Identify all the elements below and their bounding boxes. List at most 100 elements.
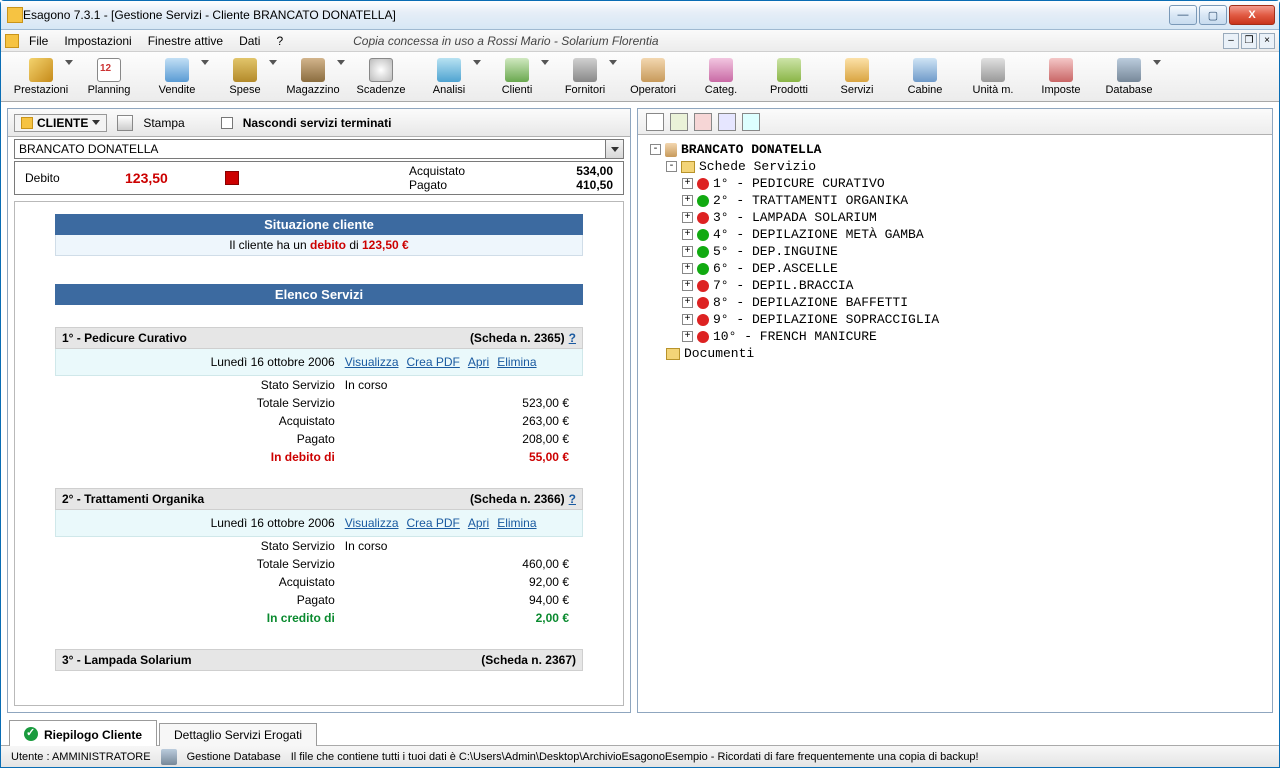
expand-icon[interactable]: + [682,246,693,257]
tree-item[interactable]: + 3° - LAMPADA SOLARIUM [646,209,1264,226]
tree-item[interactable]: + 9° - DEPILAZIONE SOPRACCIGLIA [646,311,1264,328]
link-apri[interactable]: Apri [468,516,489,530]
printer-icon[interactable] [117,115,133,131]
toolbar-imposte[interactable]: Imposte [1027,54,1095,100]
kv-value: In corso [345,378,577,392]
status-db-label[interactable]: Gestione Database [187,751,281,763]
expand-icon[interactable]: + [682,263,693,274]
chevron-down-icon [473,60,481,65]
expand-icon[interactable]: + [682,229,693,240]
expand-icon[interactable]: + [682,280,693,291]
folder-icon [666,348,680,360]
toolbar-vendite[interactable]: Vendite [143,54,211,100]
toolbar-fornitori[interactable]: Fornitori [551,54,619,100]
toolbar-analisi[interactable]: Analisi [415,54,483,100]
tree-item[interactable]: + 8° - DEPILAZIONE BAFFETTI [646,294,1264,311]
service-title: 2° - Trattamenti Organika [62,492,470,506]
service-kv-row: Totale Servizio523,00 € [55,394,583,412]
close-button[interactable]: X [1229,5,1275,25]
toolbar-prodotti[interactable]: Prodotti [755,54,823,100]
toolbar-icon [233,58,257,82]
toolbar-spese[interactable]: Spese [211,54,279,100]
expand-icon[interactable]: + [682,297,693,308]
services-scroll-panel[interactable]: Situazione cliente Il cliente ha un debi… [14,201,624,706]
tool-expand-icon[interactable] [742,113,760,131]
tool-delete-icon[interactable] [694,113,712,131]
hide-finished-checkbox[interactable] [221,117,233,129]
menu-finestreattive[interactable]: Finestre attive [140,32,231,50]
link-elimina[interactable]: Elimina [497,355,536,369]
minimize-button[interactable]: — [1169,5,1197,25]
expand-icon[interactable]: + [682,314,693,325]
mdi-minimize-button[interactable]: – [1223,33,1239,49]
chevron-down-icon [269,60,277,65]
maximize-button[interactable]: ▢ [1199,5,1227,25]
toolbar-scadenze[interactable]: Scadenze [347,54,415,100]
tree-documenti[interactable]: Documenti [646,345,1264,362]
tree-item[interactable]: + 7° - DEPIL.BRACCIA [646,277,1264,294]
tool-new-icon[interactable] [646,113,664,131]
toolbar-planning[interactable]: Planning [75,54,143,100]
tree-item[interactable]: + 6° - DEP.ASCELLE [646,260,1264,277]
service-date: Lunedì 16 ottobre 2006 [62,516,345,530]
link-visualizza[interactable]: Visualizza [345,355,399,369]
toolbar-prestazioni[interactable]: Prestazioni [7,54,75,100]
tree-item[interactable]: + 1° - PEDICURE CURATIVO [646,175,1264,192]
link-crea pdf[interactable]: Crea PDF [407,516,460,530]
menubar: FileImpostazioniFinestre attiveDati? Cop… [1,30,1279,52]
menu-dati[interactable]: Dati [231,32,268,50]
toolbar-unitm[interactable]: Unità m. [959,54,1027,100]
tree-item[interactable]: + 2° - TRATTAMENTI ORGANIKA [646,192,1264,209]
toolbar-icon [845,58,869,82]
tree-item[interactable]: + 10° - FRENCH MANICURE [646,328,1264,345]
link-crea pdf[interactable]: Crea PDF [407,355,460,369]
service-title: 3° - Lampada Solarium [62,653,481,667]
status-user: Utente : AMMINISTRATORE [11,751,151,763]
menu-impostazioni[interactable]: Impostazioni [56,32,139,50]
tree-item[interactable]: + 4° - DEPILAZIONE METÀ GAMBA [646,226,1264,243]
cliente-dropdown-button[interactable]: CLIENTE [14,114,107,132]
link-apri[interactable]: Apri [468,355,489,369]
toolbar-operatori[interactable]: Operatori [619,54,687,100]
mdi-restore-button[interactable]: ❐ [1241,33,1257,49]
kv-label: Totale Servizio [61,396,345,410]
menu-[interactable]: ? [268,32,291,50]
toolbar-clienti[interactable]: Clienti [483,54,551,100]
toolbar-cabine[interactable]: Cabine [891,54,959,100]
status-dot-icon [697,280,709,292]
tool-doc-icon[interactable] [670,113,688,131]
situation-header: Situazione cliente [55,214,583,235]
collapse-icon[interactable]: - [666,161,677,172]
tab-riepilogo[interactable]: Riepilogo Cliente [9,720,157,746]
expand-icon[interactable]: + [682,178,693,189]
toolbar-categ[interactable]: Categ. [687,54,755,100]
tool-refresh-icon[interactable] [718,113,736,131]
toolbar-database[interactable]: Database [1095,54,1163,100]
tab-dettaglio[interactable]: Dettaglio Servizi Erogati [159,723,317,746]
stampa-label[interactable]: Stampa [143,116,184,130]
services-tree[interactable]: - BRANCATO DONATELLA- Schede Servizio+ 1… [638,135,1272,712]
menu-file[interactable]: File [21,32,56,50]
tree-schede[interactable]: - Schede Servizio [646,158,1264,175]
link-elimina[interactable]: Elimina [497,516,536,530]
tree-root[interactable]: - BRANCATO DONATELLA [646,141,1264,158]
toolbar-magazzino[interactable]: Magazzino [279,54,347,100]
window-buttons: — ▢ X [1167,5,1275,25]
collapse-icon[interactable]: - [650,144,661,155]
tab-dettaglio-label: Dettaglio Servizi Erogati [174,728,302,742]
help-icon[interactable]: ? [569,331,576,345]
link-visualizza[interactable]: Visualizza [345,516,399,530]
expand-icon[interactable]: + [682,195,693,206]
client-combo-dropdown[interactable] [606,139,624,159]
expand-icon[interactable]: + [682,331,693,342]
expand-icon[interactable]: + [682,212,693,223]
kv-label: Stato Servizio [61,539,345,553]
toolbar-servizi[interactable]: Servizi [823,54,891,100]
database-icon[interactable] [161,749,177,765]
status-dot-icon [697,229,709,241]
help-icon[interactable]: ? [569,492,576,506]
service-date-row: Lunedì 16 ottobre 2006Visualizza Crea PDF… [55,510,583,537]
tree-item[interactable]: + 5° - DEP.INGUINE [646,243,1264,260]
client-name-input[interactable] [14,139,606,159]
mdi-close-button[interactable]: × [1259,33,1275,49]
